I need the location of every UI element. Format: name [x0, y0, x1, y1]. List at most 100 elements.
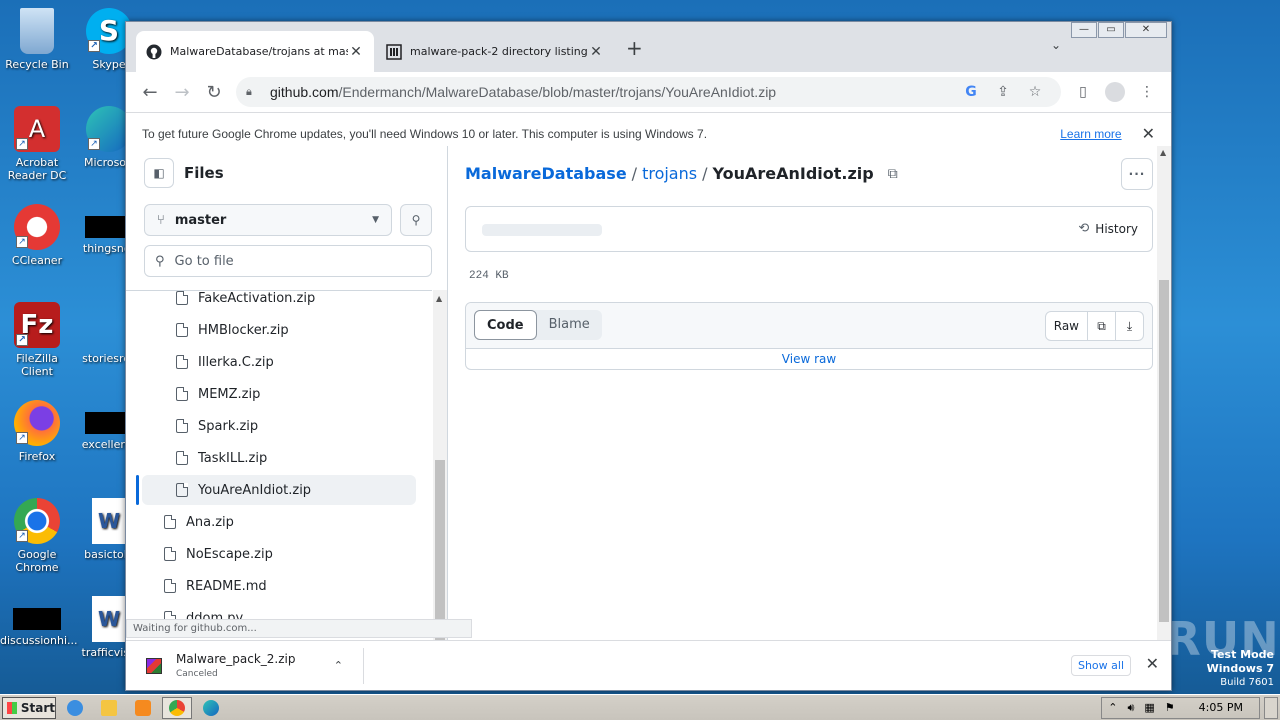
- copy-icon[interactable]: ⧉: [1087, 312, 1115, 340]
- tree-item[interactable]: MEMZ.zip: [142, 379, 416, 409]
- taskbar-explorer[interactable]: [94, 697, 124, 719]
- sidebar-collapse-icon[interactable]: ◧: [144, 158, 174, 188]
- forward-arrow-icon[interactable]: →: [166, 76, 198, 108]
- tree-item[interactable]: Illerka.C.zip: [142, 347, 416, 377]
- tab-close-icon[interactable]: ✕: [348, 44, 364, 60]
- sidebar-header: ◧ Files: [144, 158, 224, 188]
- tab-title: MalwareDatabase/trojans at master: [170, 45, 348, 58]
- desktop-icon-recycle-bin[interactable]: Recycle Bin: [0, 8, 74, 71]
- desktop-icon-discussionhi[interactable]: discussionhi...: [0, 596, 78, 647]
- desktop-icon-acrobat[interactable]: A ↗ Acrobat Reader DC: [0, 106, 74, 182]
- window-close-button[interactable]: ✕: [1125, 22, 1167, 38]
- search-icon[interactable]: ⚲: [400, 204, 432, 236]
- go-to-file-input[interactable]: ⚲ Go to file: [144, 245, 432, 277]
- file-content-box: Code Blame Raw ⧉ ⤓ View raw: [465, 302, 1153, 370]
- word-doc-icon: W: [92, 498, 126, 544]
- taskbar-chrome[interactable]: [162, 696, 192, 719]
- show-desktop-button[interactable]: [1264, 696, 1278, 719]
- firefox-icon: ↗: [14, 400, 60, 446]
- close-icon[interactable]: ✕: [1142, 124, 1155, 144]
- file-actions: Raw ⧉ ⤓: [1044, 311, 1144, 341]
- share-icon[interactable]: ⇪: [987, 84, 1019, 100]
- chevron-up-icon[interactable]: ⌃: [334, 659, 343, 672]
- show-all-button[interactable]: Show all: [1070, 655, 1131, 676]
- breadcrumb-repo-link[interactable]: MalwareDatabase: [465, 164, 627, 183]
- github-icon: [146, 44, 162, 59]
- back-arrow-icon[interactable]: ←: [134, 76, 166, 108]
- desktop-icon-ccleaner[interactable]: ↗ CCleaner: [0, 204, 74, 267]
- code-tab[interactable]: Code: [474, 310, 537, 340]
- tab-title: malware-pack-2 directory listing: [410, 45, 588, 58]
- desktop-icon-label: Skype: [92, 58, 126, 71]
- tree-item[interactable]: YouAreAnIdiot.zip: [142, 475, 416, 505]
- network-icon[interactable]: ▦: [1144, 701, 1154, 714]
- tree-item[interactable]: FakeActivation.zip: [142, 291, 416, 313]
- scroll-up-icon[interactable]: ▲: [436, 294, 442, 303]
- tree-item[interactable]: TaskILL.zip: [142, 443, 416, 473]
- scrollbar-thumb[interactable]: [435, 460, 445, 640]
- breadcrumb-folder-link[interactable]: trojans: [642, 164, 697, 183]
- volume-icon[interactable]: 🔊︎: [1127, 701, 1134, 715]
- desktop-icon-firefox[interactable]: ↗ Firefox: [0, 400, 74, 463]
- reload-icon[interactable]: ↻: [198, 76, 230, 108]
- new-tab-icon[interactable]: +: [626, 36, 643, 60]
- learn-more-link[interactable]: Learn more: [1060, 127, 1121, 141]
- tab-directory-listing[interactable]: malware-pack-2 directory listing ✕: [376, 31, 614, 72]
- tree-item[interactable]: Spark.zip: [142, 411, 416, 441]
- view-raw-link[interactable]: View raw: [466, 349, 1152, 370]
- archive-icon: [146, 657, 162, 674]
- maximize-button[interactable]: ▭: [1098, 22, 1124, 38]
- tab-close-icon[interactable]: ✕: [588, 44, 604, 60]
- taskbar-media-player[interactable]: [128, 697, 158, 719]
- tray-expand-icon[interactable]: ⌃: [1108, 701, 1117, 714]
- loading-skeleton: [482, 224, 602, 236]
- desktop-icon-filezilla[interactable]: Fz ↗ FileZilla Client: [0, 302, 74, 378]
- download-item[interactable]: Malware_pack_2.zip Canceled ⌃: [126, 647, 364, 684]
- start-button[interactable]: Start: [2, 696, 56, 719]
- latest-commit-box: ⟲ History: [465, 206, 1153, 252]
- desktop-icon-chrome[interactable]: ↗ Google Chrome: [0, 498, 74, 574]
- taskbar-edge[interactable]: [196, 697, 226, 719]
- history-icon: ⟲: [1078, 221, 1090, 236]
- tree-item[interactable]: Ana.zip: [142, 507, 416, 537]
- scrollbar-thumb[interactable]: [1159, 280, 1169, 622]
- taskbar-ie[interactable]: [60, 697, 90, 719]
- search-icon: ⚲: [155, 253, 165, 269]
- tab-github[interactable]: MalwareDatabase/trojans at master ✕: [136, 31, 374, 72]
- minimize-button[interactable]: —: [1071, 22, 1097, 38]
- side-panel-icon[interactable]: ▯: [1067, 76, 1099, 108]
- tree-item[interactable]: HMBlocker.zip: [142, 315, 416, 345]
- tree-item[interactable]: README.md: [142, 571, 416, 601]
- clock[interactable]: 4:05 PM: [1199, 701, 1243, 714]
- scroll-up-icon[interactable]: ▲: [1160, 148, 1166, 157]
- selected-indicator: [136, 475, 139, 505]
- google-translate-icon[interactable]: G: [955, 84, 987, 100]
- profile-avatar-icon[interactable]: [1099, 76, 1131, 108]
- infobar-message: To get future Google Chrome updates, you…: [142, 126, 708, 141]
- raw-button[interactable]: Raw: [1046, 312, 1087, 340]
- tree-item[interactable]: NoEscape.zip: [142, 539, 416, 569]
- chrome-icon: ↗: [14, 498, 60, 544]
- page-scrollbar[interactable]: ▲: [1157, 146, 1171, 640]
- branch-selector[interactable]: ⑂ master ▼: [144, 204, 392, 236]
- desktop-icon-label: discussionhi...: [0, 634, 78, 647]
- flag-icon[interactable]: ⚑: [1165, 701, 1175, 714]
- chevron-down-icon[interactable]: ⌄: [1051, 38, 1061, 52]
- system-tray: ⌃ 🔊︎ ▦ ⚑ 4:05 PM: [1101, 696, 1260, 719]
- address-bar[interactable]: 🔒︎ github.com/Endermanch/MalwareDatabase…: [236, 77, 1061, 107]
- history-label: History: [1095, 221, 1138, 236]
- bookmark-star-icon[interactable]: ☆: [1019, 84, 1051, 100]
- blame-tab[interactable]: Blame: [537, 310, 602, 340]
- copy-path-icon[interactable]: ⧉: [888, 166, 898, 182]
- more-options-button[interactable]: ···: [1121, 158, 1153, 190]
- download-icon[interactable]: ⤓: [1115, 312, 1143, 340]
- file-icon: [176, 419, 188, 433]
- close-icon[interactable]: ✕: [1146, 654, 1159, 673]
- file-icon: [164, 515, 176, 529]
- file-header: Code Blame Raw ⧉ ⤓: [466, 303, 1152, 349]
- blacked-out-icon: [13, 608, 61, 630]
- kebab-menu-icon[interactable]: ⋮: [1131, 76, 1163, 108]
- history-button[interactable]: ⟲ History: [1078, 221, 1138, 236]
- file-size: 224 KB: [469, 270, 509, 282]
- tree-scrollbar[interactable]: ▲: [433, 290, 447, 640]
